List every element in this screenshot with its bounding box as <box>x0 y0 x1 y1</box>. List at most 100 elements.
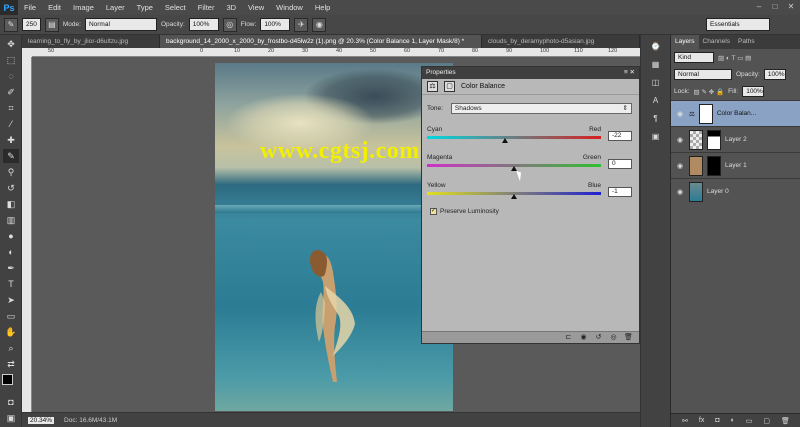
quick-select-tool-icon[interactable]: ✐ <box>3 85 19 99</box>
airbrush-icon[interactable]: ✈ <box>294 17 309 32</box>
healing-tool-icon[interactable]: ✚ <box>3 133 19 147</box>
preserve-luminosity-row[interactable]: ✓ Preserve Luminosity <box>422 204 639 215</box>
eye-icon[interactable]: ◉ <box>675 188 685 196</box>
workspace-select[interactable]: Essentials <box>706 18 770 31</box>
link-layers-icon[interactable]: ⚯ <box>682 417 688 425</box>
layer-thumbnail[interactable] <box>689 181 703 202</box>
slider-thumb[interactable] <box>502 138 509 143</box>
move-tool-icon[interactable]: ✥ <box>3 37 19 51</box>
layer-mask-thumbnail[interactable] <box>707 155 721 176</box>
menu-view[interactable]: View <box>242 3 270 12</box>
new-group-icon[interactable]: ▭ <box>746 417 753 425</box>
menu-select[interactable]: Select <box>159 3 192 12</box>
brush-tool-icon[interactable]: ✎ <box>4 17 18 32</box>
swap-colors-icon[interactable]: ⇄ <box>3 357 19 371</box>
eraser-tool-icon[interactable]: ◧ <box>3 197 19 211</box>
character-icon[interactable]: A <box>647 94 665 107</box>
opacity-field[interactable]: 100% <box>188 18 219 31</box>
eye-icon[interactable]: ◉ <box>675 136 685 144</box>
adjustments-icon[interactable]: ◫ <box>647 76 665 89</box>
trash-icon[interactable]: 🗑 <box>624 334 633 342</box>
minimize-icon[interactable]: – <box>752 1 766 13</box>
panel-menu-icon[interactable]: ≡ ✕ <box>624 67 639 79</box>
blur-tool-icon[interactable]: ● <box>3 229 19 243</box>
path-select-tool-icon[interactable]: ➤ <box>3 293 19 307</box>
blend-mode-select[interactable]: Normal <box>674 69 732 80</box>
menu-3d[interactable]: 3D <box>220 3 242 12</box>
crop-tool-icon[interactable]: ⌗ <box>3 101 19 115</box>
tone-select[interactable]: Shadows ⇕ <box>450 103 632 114</box>
menu-file[interactable]: File <box>18 3 42 12</box>
close-icon[interactable]: ✕ <box>784 1 798 13</box>
properties-header[interactable]: Properties ≡ ✕ <box>422 67 639 79</box>
layer-thumbnail[interactable] <box>689 129 703 150</box>
filter-kind-select[interactable]: Kind <box>674 52 714 63</box>
view-previous-icon[interactable]: ◉ <box>579 334 588 342</box>
marquee-tool-icon[interactable]: ⬚ <box>3 53 19 67</box>
preserve-luminosity-checkbox[interactable]: ✓ <box>430 208 437 215</box>
document-canvas[interactable] <box>215 63 453 411</box>
tab-document-3[interactable]: clouds_by_deramyphoto-d5asian.jpg <box>482 35 640 48</box>
layer-row[interactable]: ◉ Layer 0 <box>671 178 800 204</box>
maximize-icon[interactable]: □ <box>768 1 782 13</box>
layer-mask-thumbnail[interactable] <box>698 103 713 124</box>
new-adjustment-icon[interactable]: ◐ <box>731 417 735 424</box>
tab-document-2[interactable]: background_14_2000_x_2000_by_frostbo-d45… <box>160 35 482 48</box>
tab-document-1[interactable]: learning_to_fly_by_jlior-d6ultzu.jpg <box>22 35 160 48</box>
layer-thumbnail[interactable] <box>689 155 703 176</box>
gradient-tool-icon[interactable]: ▥ <box>3 213 19 227</box>
horizontal-ruler[interactable]: 50 0 10 20 30 40 50 60 70 80 90 100 110 … <box>32 48 640 57</box>
paragraph-icon[interactable]: ¶ <box>647 112 665 125</box>
pressure-size-icon[interactable]: ◉ <box>312 17 327 32</box>
filter-icons[interactable]: ▨ ◐ T ▭ ▤ <box>718 54 751 62</box>
flow-field[interactable]: 100% <box>260 18 291 31</box>
eye-icon[interactable]: ◉ <box>675 162 685 170</box>
brush-size-picker[interactable]: 250 <box>22 18 41 31</box>
menu-image[interactable]: Image <box>67 3 100 12</box>
slider-value-field[interactable]: -22 <box>608 131 632 141</box>
lasso-tool-icon[interactable]: ◌ <box>3 69 19 83</box>
dodge-tool-icon[interactable]: ◐ <box>3 245 19 259</box>
screen-mode-icon[interactable]: ▣ <box>3 411 19 425</box>
type-tool-icon[interactable]: T <box>3 277 19 291</box>
slider-value-field[interactable]: -1 <box>608 187 632 197</box>
brush-tool-icon[interactable]: ✎ <box>3 149 19 163</box>
fx-icon[interactable]: fx <box>699 417 704 424</box>
brush-panel-icon[interactable]: ▤ <box>44 17 59 32</box>
menu-window[interactable]: Window <box>270 3 309 12</box>
foreground-color-swatch[interactable] <box>2 374 13 385</box>
fill-field[interactable]: 100% <box>742 86 765 97</box>
color-swatches[interactable] <box>1 373 21 393</box>
menu-layer[interactable]: Layer <box>100 3 131 12</box>
layer-mask-thumbnail[interactable] <box>707 129 721 150</box>
layer-opacity-field[interactable]: 100% <box>763 69 786 80</box>
trash-icon[interactable]: 🗑 <box>781 417 790 425</box>
menu-help[interactable]: Help <box>309 3 336 12</box>
visibility-icon[interactable]: ◎ <box>609 334 618 342</box>
slider-thumb[interactable] <box>511 194 517 199</box>
vertical-ruler[interactable] <box>22 57 32 412</box>
zoom-level[interactable]: 20.34% <box>28 416 55 424</box>
mode-select[interactable]: Normal <box>84 18 157 31</box>
layer-row[interactable]: ◉ Layer 1 <box>671 152 800 178</box>
add-mask-icon[interactable]: ◘ <box>715 417 719 424</box>
pressure-opacity-icon[interactable]: ◎ <box>222 17 237 32</box>
properties-icon[interactable]: ▦ <box>647 58 665 71</box>
mask-icon[interactable]: ▢ <box>444 81 455 92</box>
slider-value-field[interactable]: 0 <box>608 159 632 169</box>
tab-paths[interactable]: Paths <box>734 35 759 49</box>
tab-layers[interactable]: Layers <box>671 35 699 49</box>
tab-channels[interactable]: Channels <box>699 35 734 49</box>
slider-track[interactable] <box>427 136 601 139</box>
layer-row[interactable]: ◉ Layer 2 <box>671 126 800 152</box>
hand-tool-icon[interactable]: ✋ <box>3 325 19 339</box>
lock-icons[interactable]: ▧ ✎ ✥ 🔒 <box>694 88 725 96</box>
layer-row[interactable]: ◉ ⚖ Color Balan... <box>671 100 800 126</box>
eye-icon[interactable]: ◉ <box>675 110 685 118</box>
history-brush-tool-icon[interactable]: ↺ <box>3 181 19 195</box>
menu-type[interactable]: Type <box>131 3 159 12</box>
pen-tool-icon[interactable]: ✒ <box>3 261 19 275</box>
clone-stamp-tool-icon[interactable]: ⚲ <box>3 165 19 179</box>
eyedropper-tool-icon[interactable]: ⁄ <box>3 117 19 131</box>
swatches-icon[interactable]: ▣ <box>647 130 665 143</box>
